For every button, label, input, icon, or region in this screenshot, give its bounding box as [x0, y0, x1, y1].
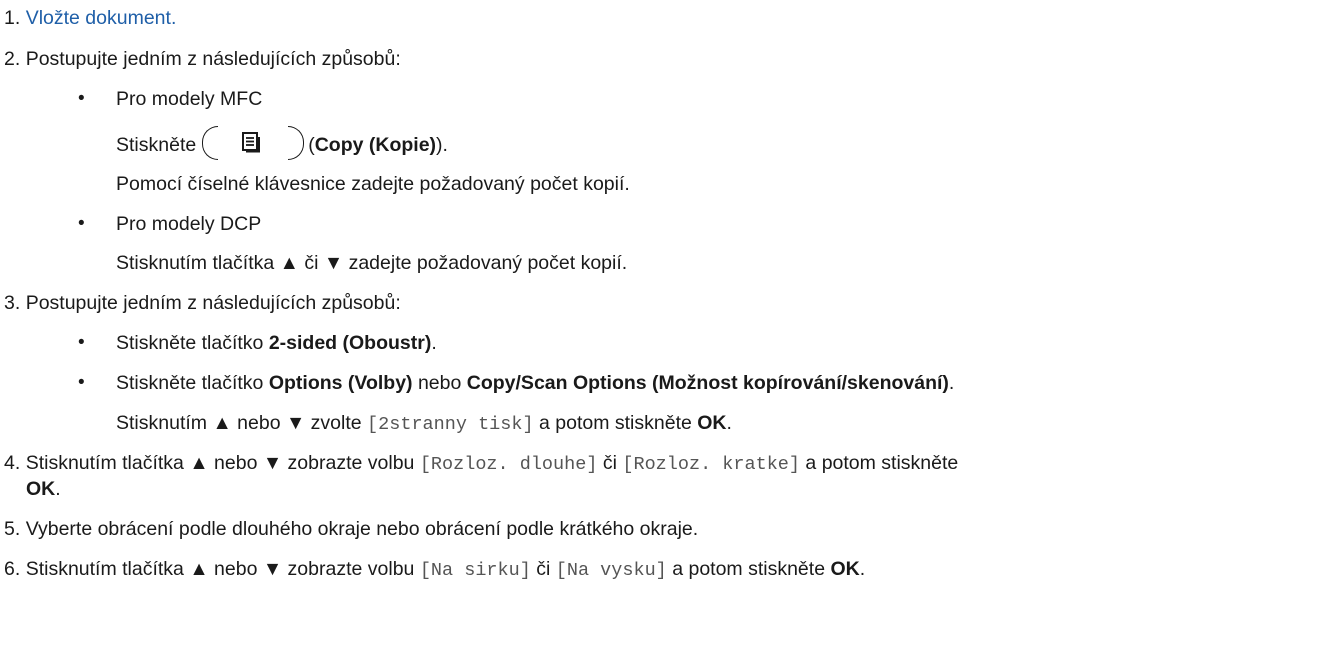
copy-key-label: Copy (Kopie) [314, 134, 437, 157]
copy-scan-options-key-label: Copy/Scan Options (Možnost kopírování/sk… [466, 372, 949, 394]
bullet-options: Stiskněte tlačítko Options (Volby) nebo … [116, 371, 954, 395]
ok-key-label: OK [830, 558, 860, 580]
step-text: Postupujte jedním z následujících způsob… [25, 292, 401, 314]
text: . [859, 558, 866, 580]
step-4-continued: OK. [26, 477, 61, 501]
step-number: 1. [4, 7, 21, 29]
menu-code: [Na sirku] [419, 560, 531, 581]
bullet-2sided: Stiskněte tlačítko 2-sided (Oboustr). [116, 331, 437, 355]
menu-code: [Rozloz. dlouhe] [419, 454, 598, 475]
ok-key-label: OK [26, 478, 56, 500]
key-right-bracket [288, 126, 305, 160]
step-number: 4. [4, 452, 21, 474]
text: Stisknutím tlačítka ▲ nebo ▼ zobrazte vo… [25, 452, 420, 474]
step-text: Postupujte jedním z následujících způsob… [25, 48, 401, 70]
ok-key-label: OK [697, 412, 727, 434]
text: či [530, 558, 556, 580]
key-left-bracket [202, 126, 219, 160]
step-3: 3. Postupujte jedním z následujících způ… [4, 291, 401, 315]
step-text: Vyberte obrácení podle dlouhého okraje n… [25, 518, 699, 540]
menu-code: [2stranny tisk] [367, 414, 534, 435]
text: Stisknutím ▲ nebo ▼ zvolte [116, 412, 368, 434]
bullet-icon: • [78, 332, 85, 353]
mfc-text: Pomocí číselné klávesnice zadejte požado… [116, 173, 630, 195]
step-6: 6. Stisknutím tlačítka ▲ nebo ▼ zobrazte… [4, 557, 865, 583]
dcp-text: Stisknutím tlačítka ▲ či ▼ zadejte požad… [116, 252, 628, 274]
step-4: 4. Stisknutím tlačítka ▲ nebo ▼ zobrazte… [4, 451, 958, 477]
text: . [431, 332, 437, 354]
text: Stiskněte tlačítko [116, 372, 269, 394]
text: či [597, 452, 623, 474]
copy-key-instruction: Stiskněte (Copy (Kopie)). [116, 126, 448, 160]
step-number: 2. [4, 48, 21, 70]
bullet-dcp: Pro modely DCP [116, 213, 262, 235]
instruction-page: 1. Vložte dokument. 2. Postupujte jedním… [0, 0, 1329, 652]
step-2: 2. Postupujte jedním z následujících způ… [4, 47, 401, 71]
copy-close-paren: ). [436, 134, 448, 157]
press-text: Stiskněte [116, 134, 197, 157]
text: a potom stiskněte [533, 412, 698, 434]
step-number: 5. [4, 518, 21, 540]
text: . [948, 372, 955, 394]
menu-code: [Rozloz. kratke] [622, 454, 801, 475]
step-1: 1. Vložte dokument. [4, 6, 176, 30]
options-subtext: Stisknutím ▲ nebo ▼ zvolte [2stranny tis… [116, 411, 732, 437]
step-number: 3. [4, 292, 21, 314]
step-5: 5. Vyberte obrácení podle dlouhého okraj… [4, 517, 698, 541]
bullet-icon: • [78, 372, 85, 393]
text: Stiskněte tlačítko [116, 332, 269, 354]
text: a potom stiskněte [666, 558, 831, 580]
copy-key [202, 126, 305, 160]
options-key-label: Options (Volby) [268, 372, 413, 394]
insert-document-link[interactable]: Vložte dokument. [26, 7, 177, 29]
text: Stisknutím tlačítka ▲ nebo ▼ zobrazte vo… [25, 558, 420, 580]
step-number: 6. [4, 558, 21, 580]
text: nebo [412, 372, 467, 394]
bullet-icon: • [78, 213, 85, 234]
menu-code: [Na vysku] [555, 560, 667, 581]
bullet-icon: • [78, 88, 85, 109]
text: . [55, 478, 61, 500]
bullet-mfc: Pro modely MFC [116, 88, 263, 110]
two-sided-key-label: 2-sided (Oboustr) [268, 332, 432, 354]
text: . [726, 412, 732, 434]
copy-document-icon [242, 132, 261, 153]
text: a potom stiskněte [800, 452, 959, 474]
